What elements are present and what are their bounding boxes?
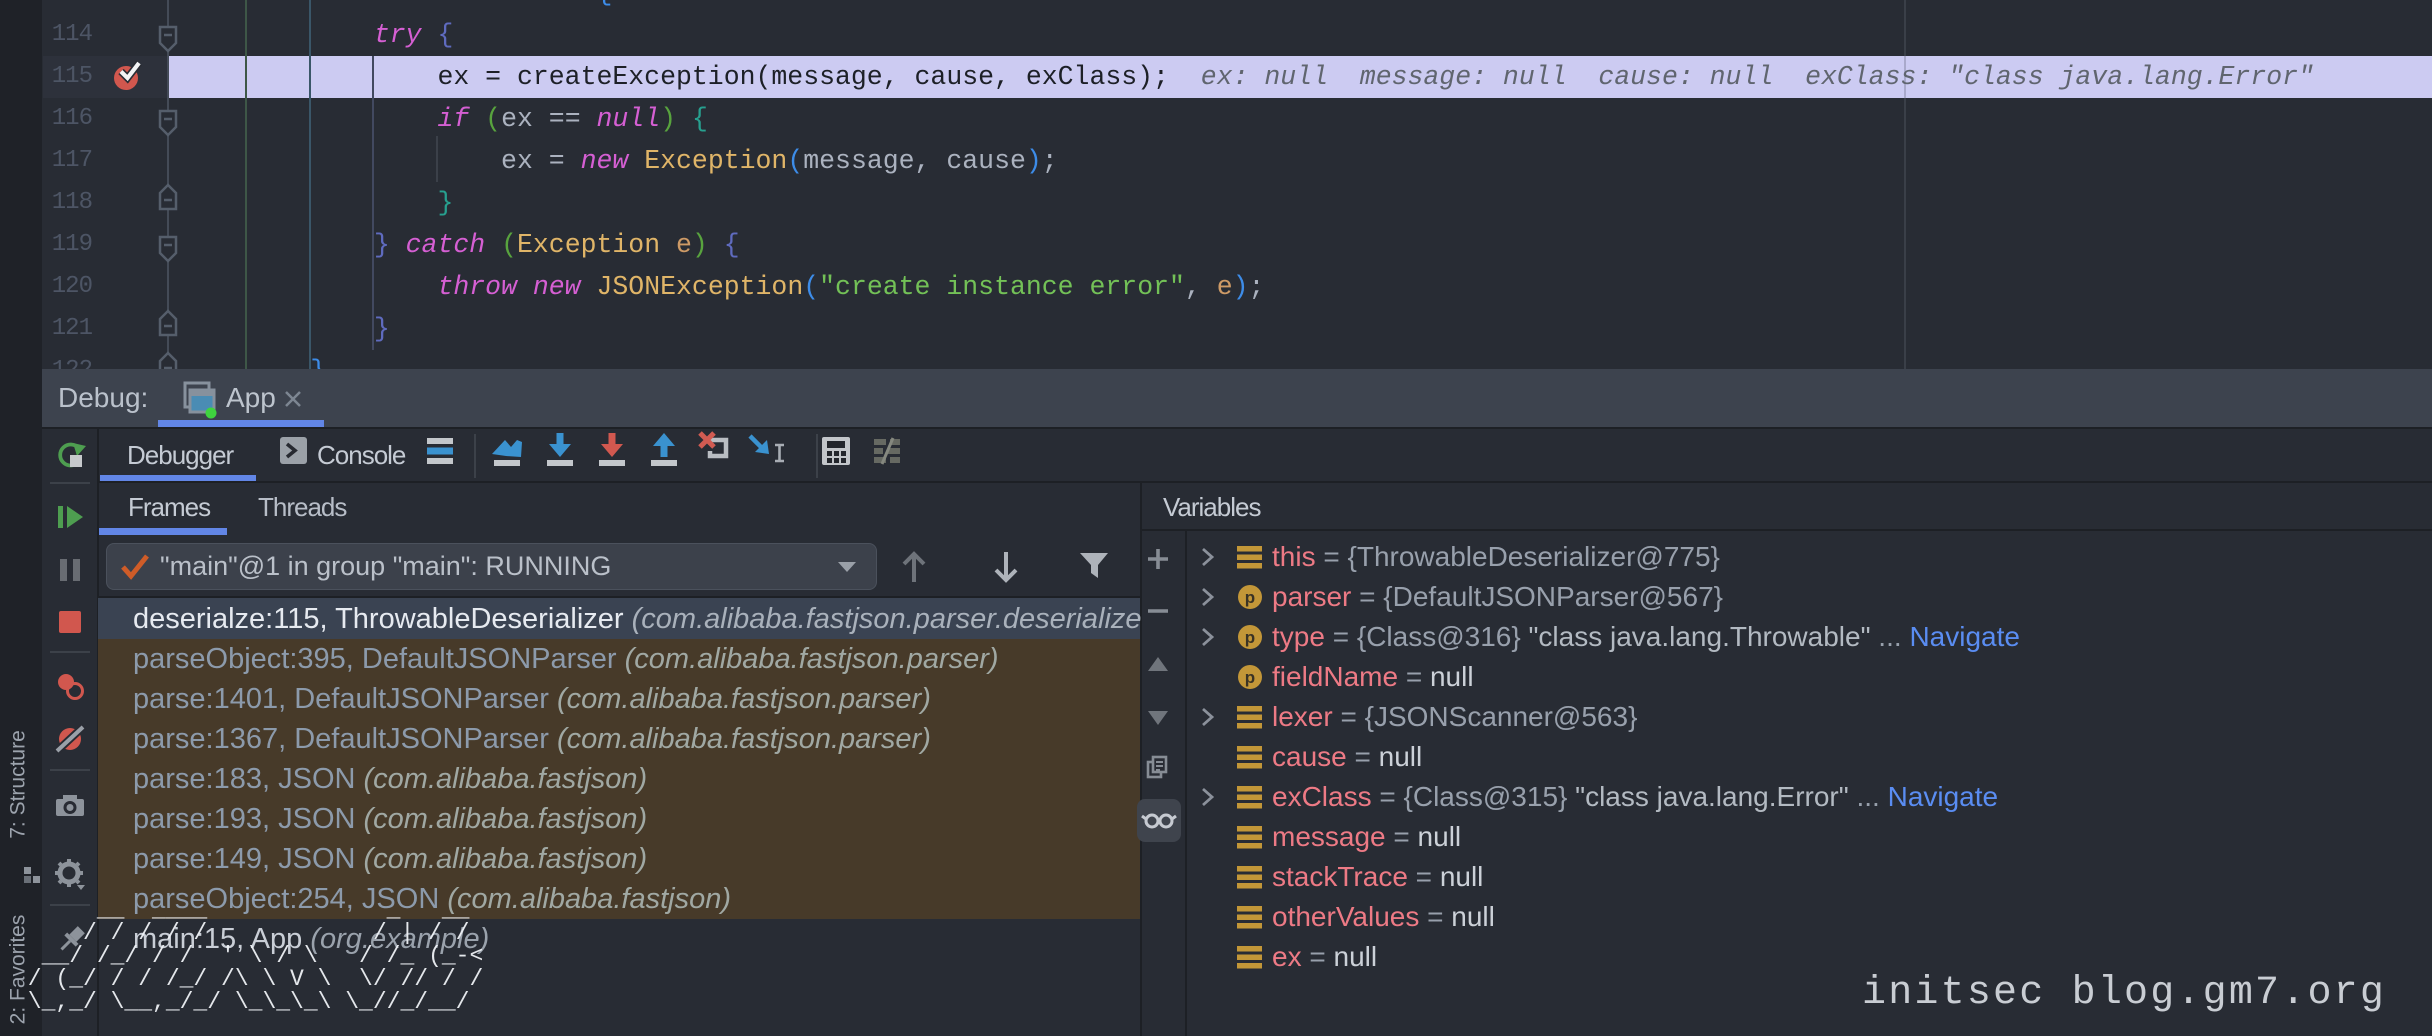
svg-text:p: p xyxy=(1245,668,1255,687)
svg-text:p: p xyxy=(1245,588,1255,607)
svg-text:p: p xyxy=(1245,628,1255,647)
